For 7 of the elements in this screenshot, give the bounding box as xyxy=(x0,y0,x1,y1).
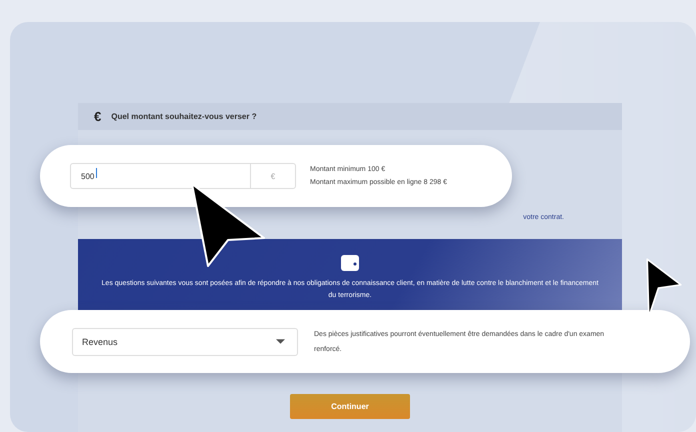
wallet-icon xyxy=(340,254,360,272)
income-dropdown[interactable]: Revenus xyxy=(72,328,298,356)
currency-label: € xyxy=(250,164,295,188)
section-title: Quel montant souhaitez-vous verser ? xyxy=(111,112,257,121)
amount-field[interactable]: 500 € xyxy=(70,163,296,189)
euro-icon: € xyxy=(94,109,102,124)
caret-icon xyxy=(276,339,285,344)
